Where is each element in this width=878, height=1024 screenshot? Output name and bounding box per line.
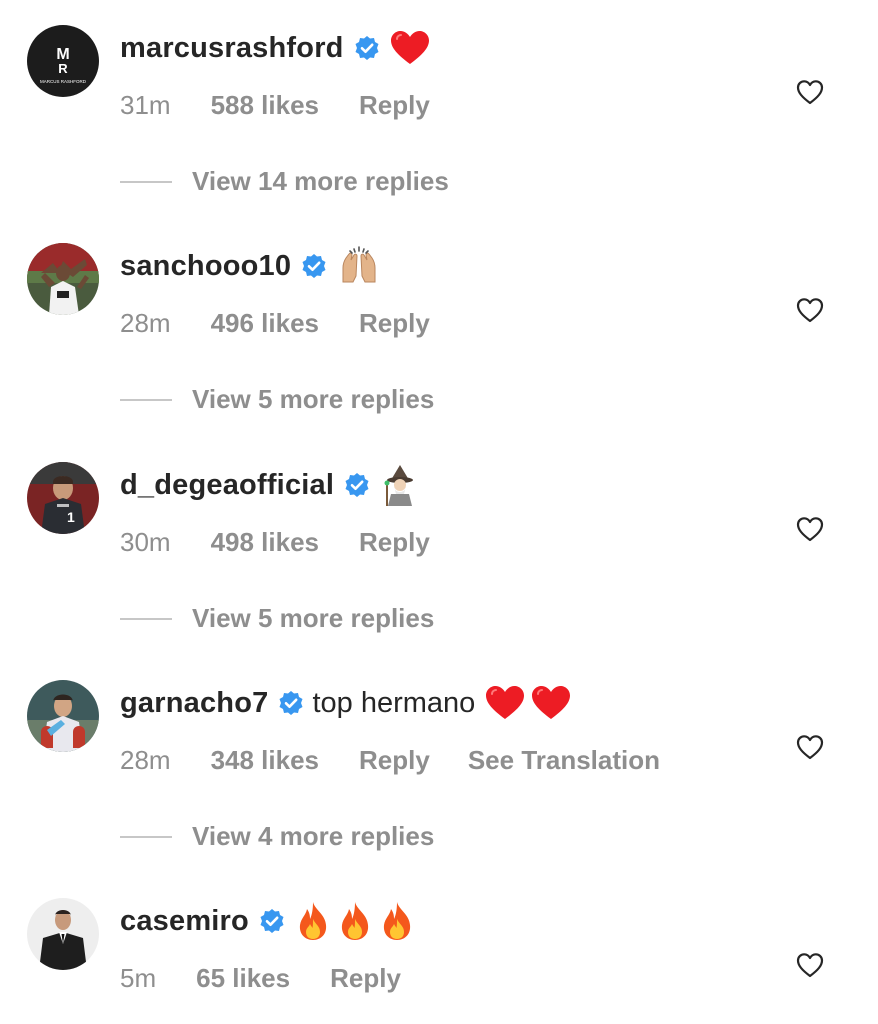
username[interactable]: marcusrashford bbox=[120, 32, 344, 65]
divider bbox=[120, 836, 172, 838]
username[interactable]: d_degeaofficial bbox=[120, 469, 334, 502]
comment-item: garnacho7 top hermano 28m 348 likes Repl… bbox=[0, 677, 878, 777]
likes-count[interactable]: 65 likes bbox=[196, 963, 290, 994]
comment-meta: 28m 496 likes Reply bbox=[120, 308, 430, 339]
comment-header: garnacho7 top hermano bbox=[120, 677, 577, 729]
comment-item: casemiro 5m 65 likes Reply bbox=[0, 895, 878, 995]
comment-item: sanchooo10 28m 496 likes Reply bbox=[0, 240, 878, 340]
comment-time: 28m bbox=[120, 745, 171, 775]
view-replies-row[interactable]: View 14 more replies bbox=[0, 162, 878, 202]
comment-time: 5m bbox=[120, 963, 157, 993]
likes-count[interactable]: 496 likes bbox=[211, 308, 319, 339]
reply-button[interactable]: Reply bbox=[359, 745, 430, 776]
comment-header: marcusrashford bbox=[120, 22, 436, 74]
comment-item: 1 d_degeaofficial 30m 498 likes Reply bbox=[0, 459, 878, 559]
mage-icon bbox=[384, 465, 414, 506]
divider bbox=[120, 399, 172, 401]
comment-meta: 28m 348 likes Reply See Translation bbox=[120, 745, 660, 776]
comment-emoji bbox=[337, 246, 387, 286]
red-heart-icon bbox=[532, 686, 571, 719]
fire-icon bbox=[299, 902, 327, 940]
likes-count[interactable]: 348 likes bbox=[211, 745, 319, 776]
comment-emoji bbox=[295, 901, 421, 941]
like-heart-icon[interactable] bbox=[796, 516, 824, 542]
svg-text:R: R bbox=[58, 61, 68, 76]
divider bbox=[120, 618, 172, 620]
avatar-logo-text: MARCUS RASHFORD bbox=[40, 79, 87, 84]
avatar[interactable] bbox=[27, 243, 99, 315]
see-translation-button[interactable]: See Translation bbox=[468, 745, 660, 776]
like-heart-icon[interactable] bbox=[796, 297, 824, 323]
view-replies-button[interactable]: View 5 more replies bbox=[192, 384, 434, 415]
reply-button[interactable]: Reply bbox=[359, 90, 430, 121]
likes-count[interactable]: 498 likes bbox=[211, 527, 319, 558]
avatar[interactable]: M R MARCUS RASHFORD bbox=[27, 25, 99, 97]
svg-text:1: 1 bbox=[67, 509, 75, 525]
comment-emoji bbox=[390, 30, 436, 66]
verified-badge-icon bbox=[259, 908, 285, 934]
verified-badge-icon bbox=[344, 472, 370, 498]
comment-text: top hermano bbox=[312, 686, 476, 719]
reply-button[interactable]: Reply bbox=[359, 308, 430, 339]
verified-badge-icon bbox=[354, 35, 380, 61]
verified-badge-icon bbox=[301, 253, 327, 279]
avatar[interactable] bbox=[27, 898, 99, 970]
red-heart-icon bbox=[486, 686, 525, 719]
comment-item: M R MARCUS RASHFORD marcusrashford 31m 5… bbox=[0, 22, 878, 122]
view-replies-button[interactable]: View 5 more replies bbox=[192, 603, 434, 634]
like-heart-icon[interactable] bbox=[796, 952, 824, 978]
view-replies-button[interactable]: View 4 more replies bbox=[192, 821, 434, 852]
reply-button[interactable]: Reply bbox=[359, 527, 430, 558]
likes-count[interactable]: 588 likes bbox=[211, 90, 319, 121]
red-heart-icon bbox=[390, 31, 429, 64]
comment-meta: 30m 498 likes Reply bbox=[120, 527, 430, 558]
view-replies-row[interactable]: View 5 more replies bbox=[0, 380, 878, 420]
comment-header: sanchooo10 bbox=[120, 240, 387, 292]
username[interactable]: garnacho7 bbox=[120, 687, 268, 720]
comment-emoji bbox=[485, 685, 577, 721]
like-heart-icon[interactable] bbox=[796, 79, 824, 105]
comment-header: d_degeaofficial bbox=[120, 459, 426, 511]
username[interactable]: casemiro bbox=[120, 905, 249, 938]
comment-meta: 5m 65 likes Reply bbox=[120, 963, 401, 994]
comment-header: casemiro bbox=[120, 895, 421, 947]
fire-icon bbox=[341, 902, 369, 940]
avatar[interactable]: 1 bbox=[27, 462, 99, 534]
view-replies-row[interactable]: View 5 more replies bbox=[0, 599, 878, 639]
like-heart-icon[interactable] bbox=[796, 734, 824, 760]
divider bbox=[120, 181, 172, 183]
fire-icon bbox=[383, 902, 411, 940]
comment-time: 31m bbox=[120, 90, 171, 120]
comment-emoji bbox=[380, 464, 426, 506]
reply-button[interactable]: Reply bbox=[330, 963, 401, 994]
view-replies-button[interactable]: View 14 more replies bbox=[192, 166, 449, 197]
comment-time: 30m bbox=[120, 527, 171, 557]
avatar[interactable] bbox=[27, 680, 99, 752]
username[interactable]: sanchooo10 bbox=[120, 250, 291, 283]
comment-time: 28m bbox=[120, 308, 171, 338]
raising-hands-icon bbox=[342, 246, 376, 283]
view-replies-row[interactable]: View 4 more replies bbox=[0, 817, 878, 857]
verified-badge-icon bbox=[278, 690, 304, 716]
comment-meta: 31m 588 likes Reply bbox=[120, 90, 430, 121]
